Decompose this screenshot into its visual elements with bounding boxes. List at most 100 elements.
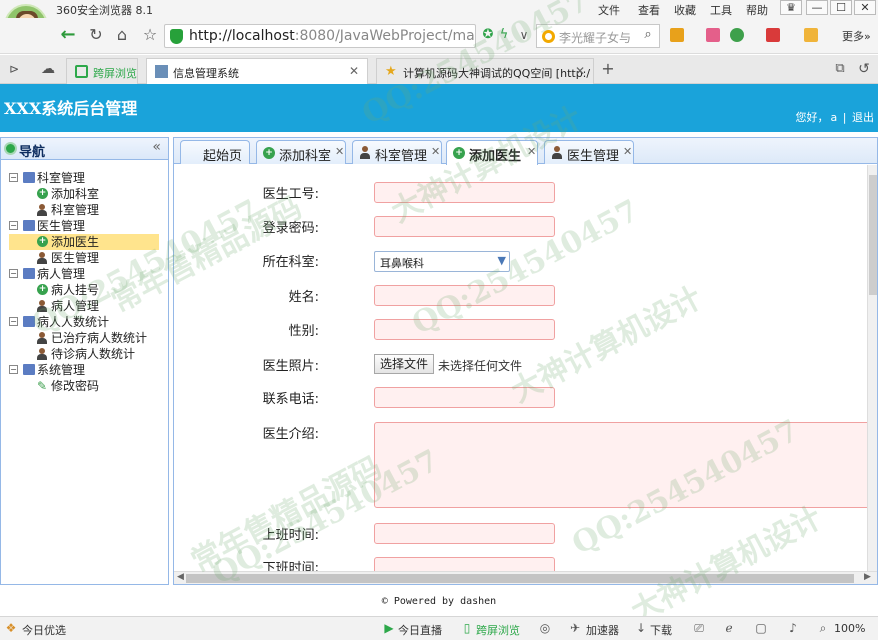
gender-label: 性别: <box>288 324 319 339</box>
close-tab-icon[interactable]: ✕ <box>349 64 359 78</box>
menu-help[interactable]: 帮助 <box>746 2 768 18</box>
close-tab-icon[interactable]: ✕ <box>575 64 585 78</box>
maximize-icon[interactable]: ☐ <box>830 0 852 15</box>
scroll-left-icon[interactable]: ◀ <box>177 572 184 582</box>
browser-tabbar: ⊳ ☁ 跨屏浏览 信息管理系统 ✕ ★ 计算机源码大神调试的QQ空间 [http… <box>0 55 878 84</box>
extension-icon[interactable] <box>706 28 720 42</box>
apps-icon[interactable] <box>670 28 684 42</box>
close-tab-icon[interactable]: ✕ <box>623 145 632 158</box>
sound-icon[interactable]: ♪ <box>786 622 800 635</box>
work-end-field[interactable] <box>374 557 555 571</box>
menu-tools[interactable]: 工具 <box>710 2 732 18</box>
sidebar-toggle-icon[interactable]: ⊳ <box>4 59 24 79</box>
horizontal-scrollbar[interactable]: ◀ ▶ <box>174 571 877 584</box>
name-field[interactable] <box>374 285 555 306</box>
add-icon: + <box>263 147 275 159</box>
choose-file-button[interactable]: 选择文件 <box>374 354 435 374</box>
browser-tab-qq-zone[interactable]: ★ 计算机源码大神调试的QQ空间 [http:/ ✕ <box>376 58 594 84</box>
tree-group-department[interactable]: − 科室管理 <box>9 170 159 186</box>
minimize-icon[interactable]: — <box>806 0 828 15</box>
collapse-toggle-icon[interactable]: − <box>9 221 18 230</box>
tree-item-waiting-stats[interactable]: 待诊病人数统计 <box>9 346 159 362</box>
accelerator-link[interactable]: 加速器 <box>586 622 619 638</box>
vertical-scroll-thumb[interactable] <box>869 175 877 295</box>
scroll-right-icon[interactable]: ▶ <box>864 572 871 582</box>
tab-manage-doctor[interactable]: 医生管理 ✕ <box>544 140 634 164</box>
more-button[interactable]: 更多» <box>842 28 871 44</box>
cross-screen-link[interactable]: 跨屏浏览 <box>476 622 520 638</box>
tab-home[interactable]: 起始页 <box>180 140 250 164</box>
collapse-panel-icon[interactable]: « <box>152 139 161 155</box>
phone-field[interactable] <box>374 387 555 408</box>
screenshot-icon[interactable]: ⎚ <box>692 622 706 635</box>
tree-group-patient[interactable]: − 病人管理 <box>9 266 159 282</box>
home-icon[interactable]: ⌂ <box>112 25 132 45</box>
tree-item-treated-stats[interactable]: 已治疗病人数统计 <box>9 330 159 346</box>
tab-add-doctor[interactable]: + 添加医生 ✕ <box>446 140 538 165</box>
tools-icon[interactable] <box>804 28 818 42</box>
intro-textarea[interactable] <box>374 422 867 508</box>
search-icon[interactable]: ⌕ <box>638 25 658 45</box>
navigation-panel-header: 导航 « <box>1 138 168 160</box>
close-window-icon[interactable]: ✕ <box>854 0 876 15</box>
tab-manage-department[interactable]: 科室管理 ✕ <box>352 140 442 164</box>
zoom-level[interactable]: 100% <box>834 622 865 635</box>
refresh-icon[interactable]: ↻ <box>86 25 106 45</box>
close-tab-icon[interactable]: ✕ <box>527 145 536 158</box>
daily-picks-link[interactable]: 今日优选 <box>22 622 66 638</box>
undo-close-icon[interactable]: ↺ <box>854 59 874 79</box>
department-select[interactable]: 耳鼻喉科 ▼ <box>374 251 510 272</box>
adblock-icon[interactable] <box>766 28 780 42</box>
close-tab-icon[interactable]: ✕ <box>335 145 344 158</box>
gender-field[interactable] <box>374 319 555 340</box>
work-start-field[interactable] <box>374 523 555 544</box>
content-panel: 起始页 + 添加科室 ✕ 科室管理 ✕ + 添加医生 ✕ 医生管理 ✕ 医生工号… <box>173 137 878 585</box>
tab-add-department[interactable]: + 添加科室 ✕ <box>256 140 346 164</box>
security-icon[interactable] <box>730 28 744 42</box>
close-tab-icon[interactable]: ✕ <box>431 145 440 158</box>
browser-tab-cross-screen[interactable]: 跨屏浏览 <box>66 58 138 84</box>
window-icon[interactable]: ▢ <box>754 622 768 635</box>
cloud-icon[interactable]: ☁ <box>38 59 58 79</box>
new-tab-icon[interactable]: + <box>598 59 618 79</box>
skin-icon[interactable]: ♛ <box>780 0 802 15</box>
search-input[interactable]: 李光耀子女与 <box>559 29 631 46</box>
menu-file[interactable]: 文件 <box>598 2 620 18</box>
collapse-toggle-icon[interactable]: − <box>9 365 18 374</box>
zoom-icon[interactable]: ⌕ <box>816 622 830 635</box>
daily-live-link[interactable]: 今日直播 <box>398 622 442 638</box>
tree-group-patient-stats[interactable]: − 病人人数统计 <box>9 314 159 330</box>
restore-tab-icon[interactable]: ⧉ <box>830 59 850 79</box>
back-arrow-icon[interactable]: ← <box>58 25 78 45</box>
tree-item-add-doctor[interactable]: + 添加医生 <box>9 234 159 250</box>
collapse-toggle-icon[interactable]: − <box>9 173 18 182</box>
download-icon: ↓ <box>635 621 647 635</box>
tree-item-manage-patient[interactable]: 病人管理 <box>9 298 159 314</box>
dropdown-chevron-icon[interactable]: ∨ <box>514 25 534 45</box>
logout-link[interactable]: 退出 <box>852 111 874 124</box>
download-link[interactable]: 下载 <box>650 622 672 638</box>
horizontal-scroll-thumb[interactable] <box>186 574 854 583</box>
tree-item-add-department[interactable]: + 添加科室 <box>9 186 159 202</box>
tree-group-system[interactable]: − 系统管理 <box>9 362 159 378</box>
network-icon[interactable]: ◎ <box>538 622 552 635</box>
collapse-toggle-icon[interactable]: − <box>9 317 18 326</box>
browser-e-icon[interactable]: ℯ <box>722 622 736 635</box>
favorite-star-icon[interactable]: ☆ <box>140 25 160 45</box>
vertical-scrollbar[interactable] <box>867 165 877 571</box>
gift-icon: ❖ <box>5 621 17 635</box>
password-field[interactable] <box>374 216 555 237</box>
doctor-no-field[interactable] <box>374 182 555 203</box>
address-bar[interactable]: http://localhost:8080/JavaWebProject/mai… <box>164 24 476 48</box>
tree-item-patient-register[interactable]: + 病人挂号 <box>9 282 159 298</box>
tree-item-manage-department[interactable]: 科室管理 <box>9 202 159 218</box>
lightning-icon[interactable]: ϟ <box>494 25 514 45</box>
tree-item-manage-doctor[interactable]: 医生管理 <box>9 250 159 266</box>
menu-view[interactable]: 查看 <box>638 2 660 18</box>
browser-tab-info-system[interactable]: 信息管理系统 ✕ <box>146 58 368 84</box>
menu-favorites[interactable]: 收藏 <box>674 2 696 18</box>
collapse-toggle-icon[interactable]: − <box>9 269 18 278</box>
user-icon <box>37 300 47 312</box>
tree-group-doctor[interactable]: − 医生管理 <box>9 218 159 234</box>
tree-item-change-password[interactable]: ✎ 修改密码 <box>9 378 159 394</box>
